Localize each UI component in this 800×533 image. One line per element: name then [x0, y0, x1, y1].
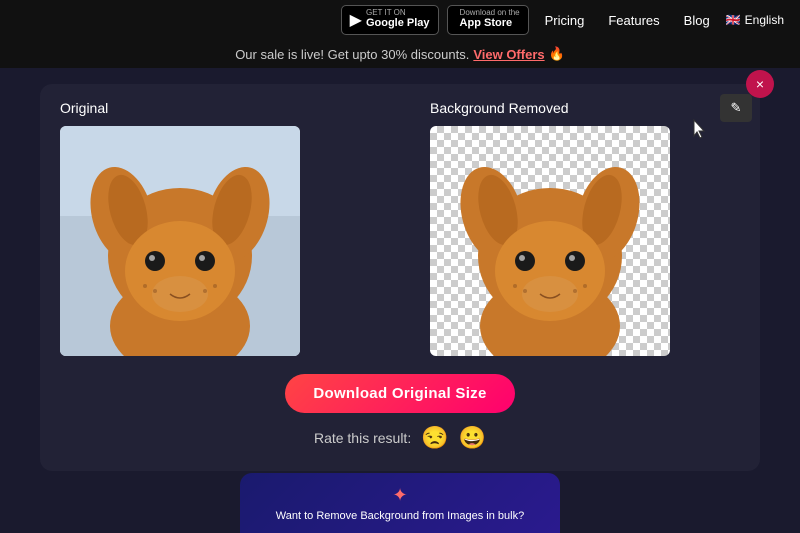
fire-emoji: 🔥: [549, 46, 565, 62]
google-play-button[interactable]: ▶ GET IT ON Google Play: [341, 5, 439, 34]
original-section: Original: [60, 100, 370, 356]
removed-image: [430, 126, 670, 356]
images-row: Original: [60, 100, 740, 356]
removed-section: Background Removed: [430, 100, 740, 356]
sale-banner: Our sale is live! Get upto 30% discounts…: [0, 40, 800, 68]
sad-rating-button[interactable]: 😒: [421, 425, 448, 451]
download-button[interactable]: Download Original Size: [285, 374, 514, 413]
language-selector[interactable]: 🇬🇧 English: [726, 13, 784, 27]
close-button[interactable]: ×: [746, 70, 774, 98]
features-link[interactable]: Features: [600, 13, 667, 28]
cta-banner[interactable]: ✦ Want to Remove Background from Images …: [240, 473, 560, 533]
main-content: × ✎ Original: [0, 68, 800, 533]
happy-rating-button[interactable]: 😀: [459, 425, 486, 451]
pricing-link[interactable]: Pricing: [537, 13, 593, 28]
rate-text: Rate this result:: [314, 430, 411, 446]
view-offers-link[interactable]: View Offers: [473, 47, 544, 62]
original-label: Original: [60, 100, 370, 116]
dog-original-svg: [60, 126, 300, 356]
original-image: [60, 126, 300, 356]
app-store-text: Download on the App Store: [460, 9, 520, 30]
app-store-button[interactable]: Download on the App Store: [447, 5, 529, 34]
navbar: ▶ GET IT ON Google Play Download on the …: [0, 0, 800, 40]
dog-removed-svg: [430, 126, 670, 356]
sale-text: Our sale is live! Get upto 30% discounts…: [235, 47, 469, 62]
language-label: English: [745, 13, 784, 27]
google-play-icon: ▶: [350, 10, 362, 30]
removed-label: Background Removed: [430, 100, 740, 116]
edit-icon: ✎: [731, 100, 742, 116]
blog-link[interactable]: Blog: [676, 13, 718, 28]
rate-row: Rate this result: 😒 😀: [314, 425, 486, 451]
edit-button[interactable]: ✎: [720, 94, 752, 122]
result-container: × ✎ Original: [40, 84, 760, 471]
google-play-text: GET IT ON Google Play: [366, 9, 430, 30]
cta-text: Want to Remove Background from Images in…: [276, 510, 524, 522]
flag-icon: 🇬🇧: [726, 13, 741, 27]
cta-icon: ✦: [392, 485, 407, 506]
bottom-controls: Download Original Size Rate this result:…: [60, 374, 740, 451]
